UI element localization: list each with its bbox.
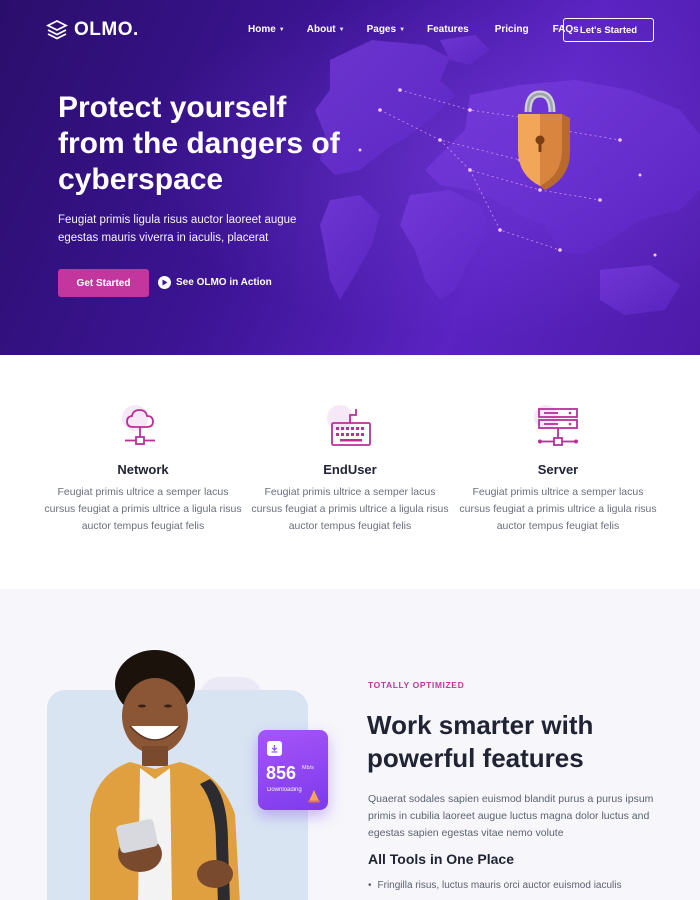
- section-title: Work smarter with powerful features: [367, 710, 594, 773]
- nav-item-features[interactable]: Features: [427, 24, 469, 35]
- features-section: Network Feugiat primis ultrice a semper …: [0, 355, 700, 589]
- section-eyebrow: TOTALLY OPTIMIZED: [368, 680, 465, 690]
- bullet-dot-icon: •: [368, 880, 372, 891]
- nav-item-home[interactable]: Home ▼: [248, 24, 285, 35]
- get-started-button[interactable]: Get Started: [58, 269, 149, 297]
- main-menu: Home ▼ About ▼ Pages ▼ Features Pricing FAQ…: [248, 24, 601, 35]
- feature-card-network: Network Feugiat primis ultrice a semper …: [43, 405, 243, 535]
- nav-item-pricing[interactable]: Pricing: [495, 24, 529, 35]
- feature-text: Feugiat primis ultrice a semper lacus cu…: [44, 486, 242, 532]
- list-item-text: Fringilla risus, luctus mauris orci auct…: [377, 880, 622, 891]
- download-speed-value: 856: [266, 763, 297, 783]
- download-icon: [267, 741, 282, 756]
- feature-text: Feugiat primis ultrice a semper lacus cu…: [459, 486, 657, 532]
- feature-text: Feugiat primis ultrice a semper lacus cu…: [251, 486, 449, 532]
- feature-card-server: Server Feugiat primis ultrice a semper l…: [458, 405, 658, 535]
- hero-section: OLMO. Home ▼ About ▼ Pages ▼ Features Prici…: [0, 0, 700, 355]
- nav-item-label: Pricing: [494, 24, 529, 35]
- section-subtitle: All Tools in One Place: [368, 851, 514, 867]
- list-item: • Fringilla risus, luctus mauris orci au…: [368, 880, 622, 891]
- caret-down-icon: ▼: [338, 26, 345, 33]
- feature-title: EndUser: [323, 462, 377, 477]
- server-icon: [528, 405, 588, 453]
- hero-title: Protect yourself from the dangers of cyb…: [58, 91, 340, 196]
- see-in-action-link[interactable]: See OLMO in Action: [158, 276, 272, 289]
- download-status-label: Downloading: [267, 787, 302, 793]
- keyboard-icon: [320, 405, 380, 453]
- smart-features-section: 856 Mb/s Downloading TOTALLY OPTIMIZED W…: [0, 589, 700, 900]
- caret-down-icon: ▼: [278, 26, 285, 33]
- logo-layers-icon: [46, 19, 68, 40]
- see-in-action-label: See OLMO in Action: [176, 277, 272, 288]
- top-navbar: OLMO. Home ▼ About ▼ Pages ▼ Features Prici…: [0, 0, 700, 60]
- nav-item-label: Pages: [366, 24, 397, 35]
- nav-item-about[interactable]: About ▼: [307, 24, 345, 35]
- brand-logo[interactable]: OLMO.: [46, 19, 139, 41]
- caret-down-icon: ▼: [399, 26, 406, 33]
- download-stat-card: 856 Mb/s Downloading: [258, 730, 328, 810]
- lets-started-button[interactable]: Let's Started: [563, 18, 654, 42]
- cone-icon: [308, 790, 320, 803]
- nav-item-label: Home: [248, 24, 276, 35]
- feature-title: Server: [537, 462, 579, 477]
- nav-item-pages[interactable]: Pages ▼: [367, 24, 405, 35]
- cloud-network-icon: [113, 405, 173, 453]
- section-description: Quaerat sodales sapien euismod blandit p…: [368, 793, 654, 839]
- hero-subtitle: Feugiat primis ligula risus auctor laore…: [58, 214, 297, 244]
- download-speed-unit: Mb/s: [302, 765, 314, 771]
- nav-item-label: Features: [427, 24, 469, 35]
- play-icon: [158, 276, 171, 289]
- nav-item-label: About: [306, 24, 336, 35]
- feature-card-enduser: EndUser Feugiat primis ultrice a semper …: [250, 405, 450, 535]
- feature-title: Network: [117, 462, 169, 477]
- logo-text: OLMO.: [74, 19, 139, 40]
